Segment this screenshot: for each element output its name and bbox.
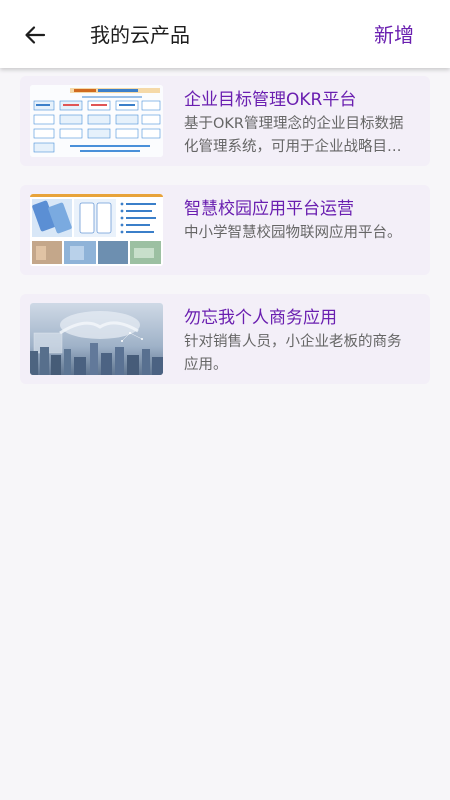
- business-handshake-thumbnail: [30, 303, 163, 375]
- back-button[interactable]: [18, 18, 52, 52]
- product-description: 基于OKR管理理念的企业目标数据化管理系统，可用于企业战略目标管理等场景: [184, 116, 404, 155]
- app-header: 我的云产品 新增: [0, 0, 450, 68]
- page-title: 我的云产品: [90, 23, 190, 47]
- product-description: 中小学智慧校园物联网应用平台。: [184, 225, 402, 241]
- arrow-left-icon: [25, 26, 46, 44]
- product-title: 企业目标管理OKR平台: [184, 90, 357, 110]
- product-card[interactable]: 智慧校园应用平台运营 中小学智慧校园物联网应用平台。: [20, 185, 430, 275]
- add-button[interactable]: 新增: [374, 20, 414, 50]
- okr-diagram-thumbnail: [30, 85, 163, 157]
- product-description: 针对销售人员，小企业老板的商务应用。: [184, 334, 402, 373]
- smart-campus-thumbnail: [30, 194, 163, 266]
- product-title: 智慧校园应用平台运营: [184, 199, 354, 219]
- product-list: 企业目标管理OKR平台 基于OKR管理理念的企业目标数据化管理系统，可用于企业战…: [20, 76, 430, 403]
- product-title: 勿忘我个人商务应用: [184, 308, 337, 328]
- product-card[interactable]: 企业目标管理OKR平台 基于OKR管理理念的企业目标数据化管理系统，可用于企业战…: [20, 76, 430, 166]
- product-card[interactable]: 勿忘我个人商务应用 针对销售人员，小企业老板的商务应用。: [20, 294, 430, 384]
